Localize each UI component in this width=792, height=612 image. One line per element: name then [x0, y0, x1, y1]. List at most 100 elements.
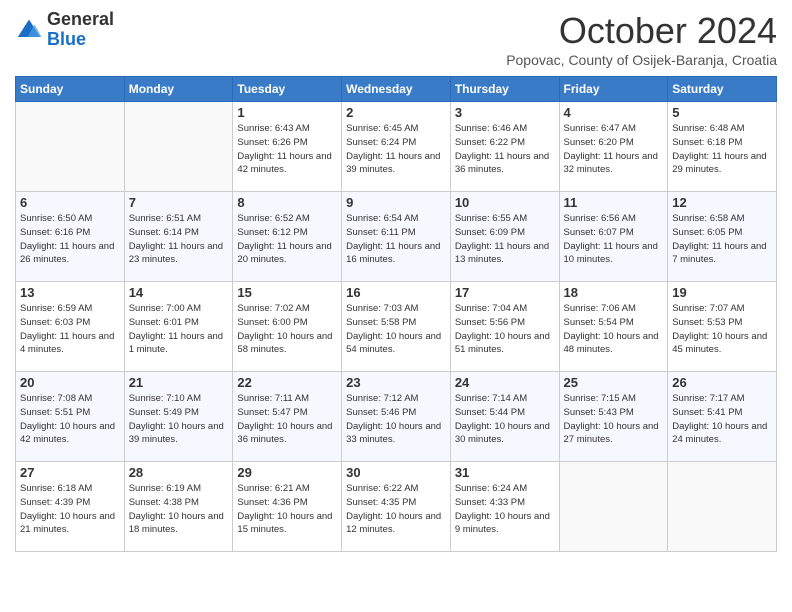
location-subtitle: Popovac, County of Osijek-Baranja, Croat…	[506, 52, 777, 68]
calendar-cell	[16, 102, 125, 192]
day-info: Sunrise: 7:12 AMSunset: 5:46 PMDaylight:…	[346, 392, 446, 447]
day-number: 22	[237, 375, 337, 390]
day-number: 29	[237, 465, 337, 480]
day-number: 31	[455, 465, 555, 480]
day-number: 30	[346, 465, 446, 480]
calendar-cell: 11 Sunrise: 6:56 AMSunset: 6:07 PMDayligh…	[559, 192, 668, 282]
calendar-cell: 1Sunrise: 6:43 AMSunset: 6:26 PMDaylight…	[233, 102, 342, 192]
day-number: 27	[20, 465, 120, 480]
day-info: Sunrise: 7:17 AMSunset: 5:41 PMDaylight:…	[672, 392, 772, 447]
day-info: Sunrise: 6:56 AMSunset: 6:07 PMDaylight:…	[564, 212, 664, 267]
calendar-cell: 24 Sunrise: 7:14 AMSunset: 5:44 PMDayligh…	[450, 372, 559, 462]
day-info: Sunrise: 6:58 AMSunset: 6:05 PMDaylight:…	[672, 212, 772, 267]
day-info: Sunrise: 7:04 AMSunset: 5:56 PMDaylight:…	[455, 302, 555, 357]
day-info: Sunrise: 7:03 AMSunset: 5:58 PMDaylight:…	[346, 302, 446, 357]
calendar-cell	[668, 462, 777, 552]
day-info: Sunrise: 7:02 AMSunset: 6:00 PMDaylight:…	[237, 302, 337, 357]
logo-blue-text: Blue	[47, 30, 114, 50]
day-info: Sunrise: 6:45 AMSunset: 6:24 PMDaylight:…	[346, 122, 446, 177]
weekday-header-thursday: Thursday	[450, 77, 559, 102]
day-number: 4	[564, 105, 664, 120]
day-info: Sunrise: 7:10 AMSunset: 5:49 PMDaylight:…	[129, 392, 229, 447]
calendar-cell: 23 Sunrise: 7:12 AMSunset: 5:46 PMDayligh…	[342, 372, 451, 462]
day-number: 28	[129, 465, 229, 480]
day-info: Sunrise: 6:51 AMSunset: 6:14 PMDaylight:…	[129, 212, 229, 267]
day-number: 10	[455, 195, 555, 210]
day-number: 18	[564, 285, 664, 300]
day-number: 11	[564, 195, 664, 210]
day-number: 26	[672, 375, 772, 390]
calendar-cell: 5 Sunrise: 6:48 AMSunset: 6:18 PMDaylight…	[668, 102, 777, 192]
calendar-cell: 4 Sunrise: 6:47 AMSunset: 6:20 PMDaylight…	[559, 102, 668, 192]
calendar-cell: 13 Sunrise: 6:59 AMSunset: 6:03 PMDayligh…	[16, 282, 125, 372]
day-info: Sunrise: 6:55 AMSunset: 6:09 PMDaylight:…	[455, 212, 555, 267]
calendar-cell: 19Sunrise: 7:07 AMSunset: 5:53 PMDayligh…	[668, 282, 777, 372]
day-info: Sunrise: 6:18 AMSunset: 4:39 PMDaylight:…	[20, 482, 120, 537]
day-info: Sunrise: 6:21 AMSunset: 4:36 PMDaylight:…	[237, 482, 337, 537]
calendar-cell: 31 Sunrise: 6:24 AMSunset: 4:33 PMDayligh…	[450, 462, 559, 552]
calendar-week-1: 1Sunrise: 6:43 AMSunset: 6:26 PMDaylight…	[16, 102, 777, 192]
calendar-cell: 22 Sunrise: 7:11 AMSunset: 5:47 PMDayligh…	[233, 372, 342, 462]
day-number: 19	[672, 285, 772, 300]
day-number: 25	[564, 375, 664, 390]
day-info: Sunrise: 6:48 AMSunset: 6:18 PMDaylight:…	[672, 122, 772, 177]
calendar-cell: 7Sunrise: 6:51 AMSunset: 6:14 PMDaylight…	[124, 192, 233, 282]
logo-general-text: General	[47, 10, 114, 30]
weekday-header-friday: Friday	[559, 77, 668, 102]
day-number: 5	[672, 105, 772, 120]
day-number: 23	[346, 375, 446, 390]
day-number: 13	[20, 285, 120, 300]
weekday-header-monday: Monday	[124, 77, 233, 102]
day-number: 8	[237, 195, 337, 210]
calendar-cell: 20 Sunrise: 7:08 AMSunset: 5:51 PMDayligh…	[16, 372, 125, 462]
day-info: Sunrise: 7:11 AMSunset: 5:47 PMDaylight:…	[237, 392, 337, 447]
day-number: 15	[237, 285, 337, 300]
calendar-cell: 16Sunrise: 7:03 AMSunset: 5:58 PMDayligh…	[342, 282, 451, 372]
day-number: 21	[129, 375, 229, 390]
day-number: 2	[346, 105, 446, 120]
page-header: General Blue October 2024 Popovac, Count…	[15, 10, 777, 68]
day-info: Sunrise: 6:54 AMSunset: 6:11 PMDaylight:…	[346, 212, 446, 267]
weekday-header-tuesday: Tuesday	[233, 77, 342, 102]
calendar-week-2: 6 Sunrise: 6:50 AMSunset: 6:16 PMDaylight…	[16, 192, 777, 282]
calendar-cell: 17Sunrise: 7:04 AMSunset: 5:56 PMDayligh…	[450, 282, 559, 372]
calendar-cell	[559, 462, 668, 552]
day-info: Sunrise: 6:47 AMSunset: 6:20 PMDaylight:…	[564, 122, 664, 177]
weekday-header-row: SundayMondayTuesdayWednesdayThursdayFrid…	[16, 77, 777, 102]
calendar-cell: 9 Sunrise: 6:54 AMSunset: 6:11 PMDaylight…	[342, 192, 451, 282]
calendar-cell: 30 Sunrise: 6:22 AMSunset: 4:35 PMDayligh…	[342, 462, 451, 552]
day-info: Sunrise: 6:22 AMSunset: 4:35 PMDaylight:…	[346, 482, 446, 537]
day-info: Sunrise: 7:06 AMSunset: 5:54 PMDaylight:…	[564, 302, 664, 357]
calendar-cell: 18 Sunrise: 7:06 AMSunset: 5:54 PMDayligh…	[559, 282, 668, 372]
day-number: 9	[346, 195, 446, 210]
calendar-cell: 3Sunrise: 6:46 AMSunset: 6:22 PMDaylight…	[450, 102, 559, 192]
calendar-cell: 27 Sunrise: 6:18 AMSunset: 4:39 PMDayligh…	[16, 462, 125, 552]
day-number: 6	[20, 195, 120, 210]
day-info: Sunrise: 6:24 AMSunset: 4:33 PMDaylight:…	[455, 482, 555, 537]
calendar-cell: 6 Sunrise: 6:50 AMSunset: 6:16 PMDaylight…	[16, 192, 125, 282]
calendar-cell: 29 Sunrise: 6:21 AMSunset: 4:36 PMDayligh…	[233, 462, 342, 552]
weekday-header-saturday: Saturday	[668, 77, 777, 102]
calendar-cell: 28 Sunrise: 6:19 AMSunset: 4:38 PMDayligh…	[124, 462, 233, 552]
day-number: 3	[455, 105, 555, 120]
logo-icon	[15, 16, 43, 44]
weekday-header-wednesday: Wednesday	[342, 77, 451, 102]
calendar-cell: 25 Sunrise: 7:15 AMSunset: 5:43 PMDayligh…	[559, 372, 668, 462]
day-info: Sunrise: 7:14 AMSunset: 5:44 PMDaylight:…	[455, 392, 555, 447]
day-info: Sunrise: 7:00 AMSunset: 6:01 PMDaylight:…	[129, 302, 229, 357]
calendar-cell	[124, 102, 233, 192]
day-number: 14	[129, 285, 229, 300]
calendar-cell: 12Sunrise: 6:58 AMSunset: 6:05 PMDayligh…	[668, 192, 777, 282]
day-info: Sunrise: 7:08 AMSunset: 5:51 PMDaylight:…	[20, 392, 120, 447]
calendar-table: SundayMondayTuesdayWednesdayThursdayFrid…	[15, 76, 777, 552]
day-number: 1	[237, 105, 337, 120]
day-number: 24	[455, 375, 555, 390]
day-info: Sunrise: 6:52 AMSunset: 6:12 PMDaylight:…	[237, 212, 337, 267]
calendar-cell: 10 Sunrise: 6:55 AMSunset: 6:09 PMDayligh…	[450, 192, 559, 282]
calendar-cell: 15 Sunrise: 7:02 AMSunset: 6:00 PMDayligh…	[233, 282, 342, 372]
day-info: Sunrise: 6:59 AMSunset: 6:03 PMDaylight:…	[20, 302, 120, 357]
day-number: 20	[20, 375, 120, 390]
day-info: Sunrise: 7:15 AMSunset: 5:43 PMDaylight:…	[564, 392, 664, 447]
day-info: Sunrise: 6:50 AMSunset: 6:16 PMDaylight:…	[20, 212, 120, 267]
day-info: Sunrise: 6:19 AMSunset: 4:38 PMDaylight:…	[129, 482, 229, 537]
